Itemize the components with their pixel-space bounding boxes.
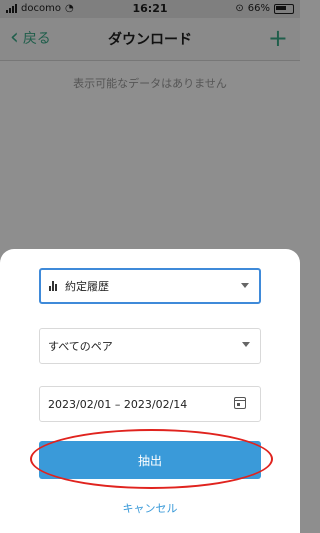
pair-select-value: すべてのペア [48, 340, 113, 353]
highlight-annotation [30, 429, 273, 489]
status-bar: docomo ◔ 16:21 ⊙ 66% [0, 0, 300, 18]
battery-percent: 66% [247, 3, 270, 14]
date-range-field[interactable]: 2023/02/01 – 2023/02/14 [39, 386, 261, 422]
orientation-lock-icon: ⊙ [235, 3, 244, 14]
type-select[interactable]: 約定履歴 [39, 268, 261, 304]
status-right: ⊙ 66% [235, 3, 294, 14]
date-range-value: 2023/02/01 – 2023/02/14 [48, 397, 188, 411]
bar-chart-icon [49, 281, 57, 291]
empty-state-message: 表示可能なデータはありません [73, 77, 227, 90]
cancel-button[interactable]: キャンセル [0, 500, 300, 516]
page-title: ダウンロード [108, 32, 192, 48]
nav-bar: ‹ 戻る ダウンロード + [0, 18, 300, 61]
calendar-icon[interactable] [234, 397, 246, 409]
type-select-value: 約定履歴 [65, 280, 109, 293]
dropdown-arrow-icon [241, 283, 249, 288]
pair-select[interactable]: すべてのペア [39, 328, 261, 364]
add-button[interactable]: + [268, 24, 288, 52]
battery-icon [274, 3, 294, 14]
dropdown-arrow-icon [242, 342, 250, 347]
